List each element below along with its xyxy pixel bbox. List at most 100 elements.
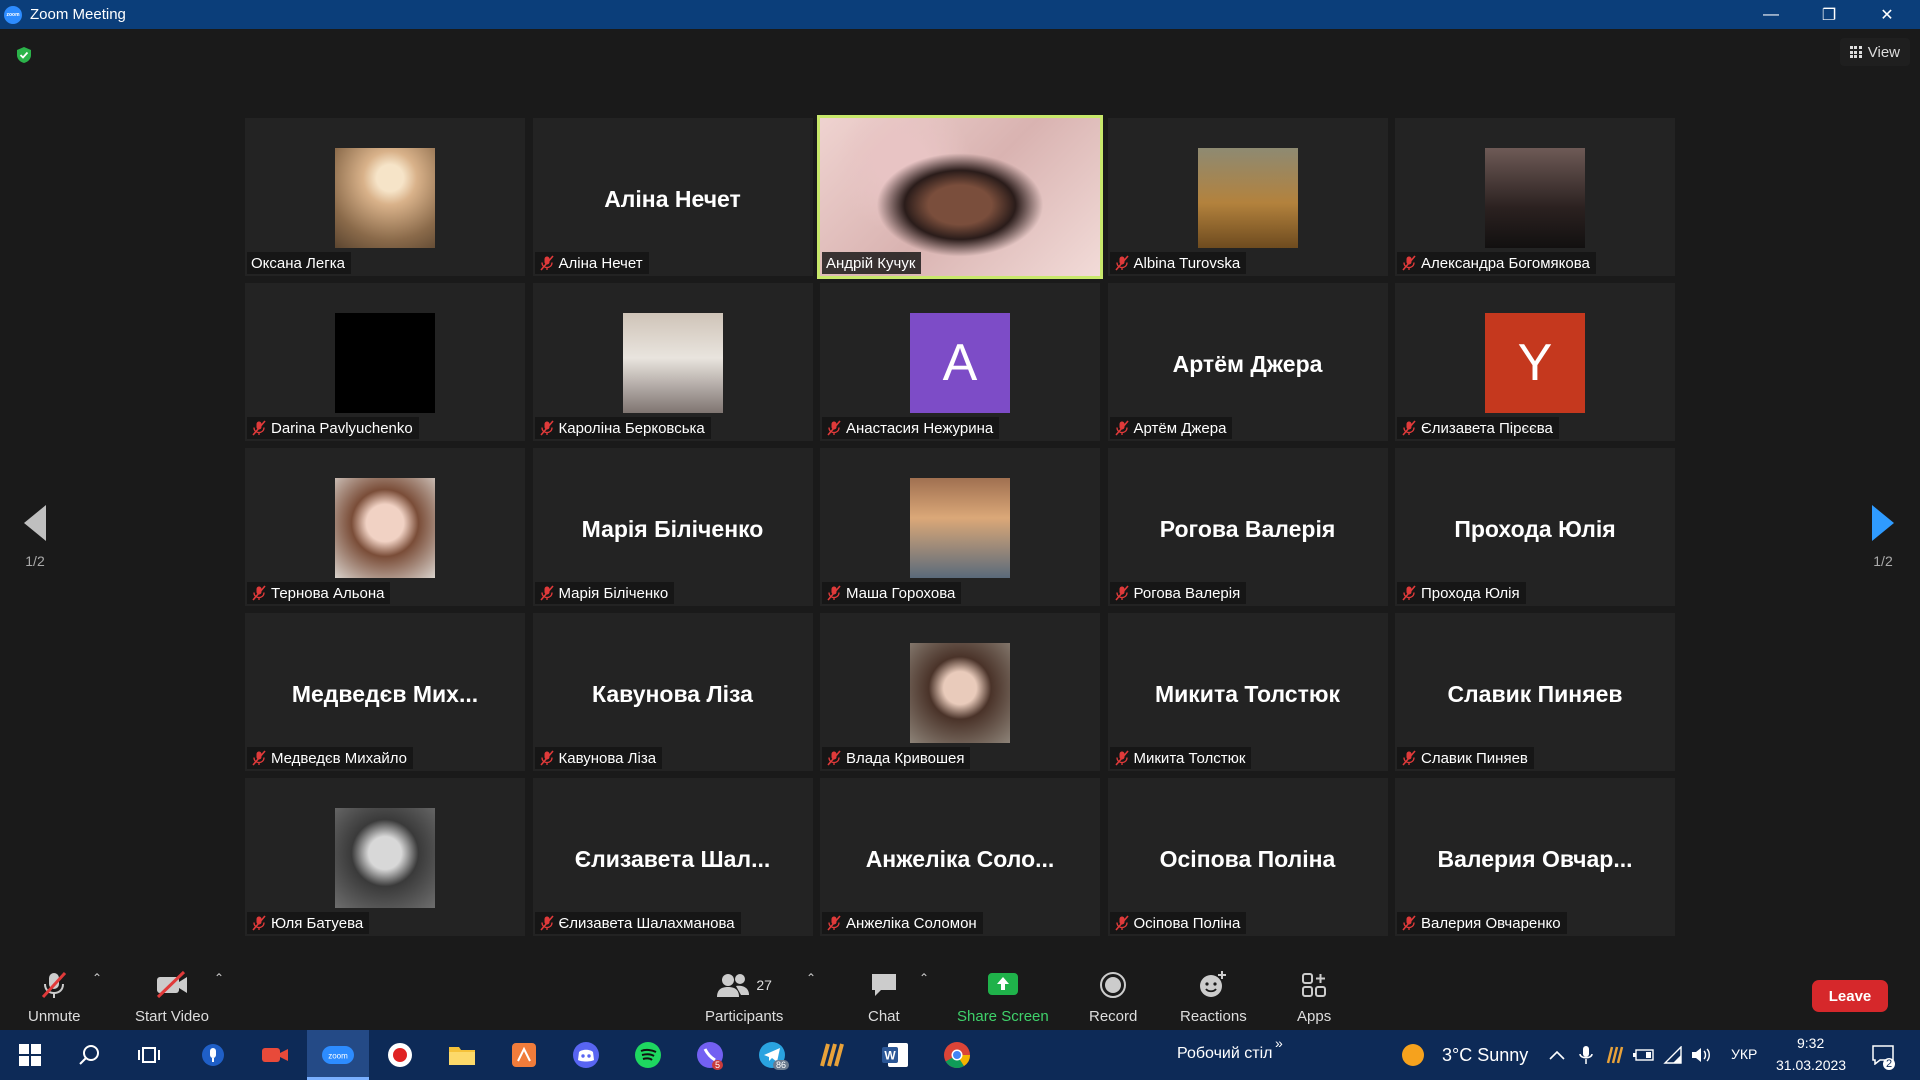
participant-tile[interactable]: Анжеліка Соло... Анжеліка Соломон xyxy=(820,778,1100,936)
mic-muted-icon xyxy=(539,420,555,436)
close-button[interactable]: ✕ xyxy=(1858,0,1916,29)
mic-muted-icon xyxy=(1114,750,1130,766)
spotify-icon[interactable] xyxy=(632,1039,664,1071)
participant-nameplate: Маша Горохова xyxy=(822,582,962,604)
voice-assistant-mic-icon[interactable] xyxy=(197,1039,229,1071)
windows-start-icon[interactable] xyxy=(14,1039,46,1071)
toolbar-overflow-chevron[interactable]: » xyxy=(1275,1035,1283,1051)
participant-tile[interactable]: Маша Горохова xyxy=(820,448,1100,606)
participant-tile[interactable]: Albina Turovska xyxy=(1107,118,1388,276)
word-icon[interactable]: W xyxy=(879,1039,911,1071)
participant-tile[interactable]: Єлизавета Шал... Єлизавета Шалахманова xyxy=(532,778,813,936)
weather-text[interactable]: 3°C Sunny xyxy=(1442,1045,1528,1066)
mic-muted-icon xyxy=(1401,750,1417,766)
mic-muted-icon xyxy=(1114,915,1130,931)
participant-tile[interactable]: Тернова Альона xyxy=(245,448,525,606)
minimize-button[interactable]: — xyxy=(1742,0,1800,29)
language-indicator[interactable]: УКР xyxy=(1731,1046,1757,1062)
participants-count: 27 xyxy=(756,977,772,993)
participant-tile[interactable]: Славик Пиняев Славик Пиняев xyxy=(1395,613,1675,771)
participant-tile[interactable]: Аліна Нечет Аліна Нечет xyxy=(532,118,813,276)
participant-profile-photo xyxy=(1197,148,1298,248)
discord-icon[interactable] xyxy=(570,1039,602,1071)
chat-label: Chat xyxy=(868,1008,900,1025)
participant-tile[interactable]: Y Єлизавета Пірєєва xyxy=(1395,283,1675,441)
apps-button[interactable]: Apps xyxy=(1297,969,1331,1025)
mic-muted-icon xyxy=(539,750,555,766)
sun-weather-icon[interactable] xyxy=(1400,1039,1426,1071)
participant-tile[interactable]: Кароліна Берковська xyxy=(532,283,813,441)
encryption-shield-icon[interactable] xyxy=(15,46,33,64)
participant-tile[interactable]: Оксана Легка xyxy=(245,118,525,276)
participant-tile[interactable]: Прохода Юлія Прохода Юлія xyxy=(1395,448,1675,606)
start-video-button[interactable]: Start Video xyxy=(135,969,209,1025)
participant-display-name: Аліна Нечет xyxy=(604,186,741,212)
task-view-icon[interactable] xyxy=(133,1039,165,1071)
file-explorer-icon[interactable] xyxy=(446,1039,478,1071)
clock-time[interactable]: 9:32 xyxy=(1797,1035,1824,1051)
chat-button[interactable]: Chat xyxy=(868,969,900,1025)
chat-options-chevron-icon[interactable]: ⌃ xyxy=(919,971,929,985)
record-button[interactable]: Record xyxy=(1089,969,1137,1025)
participant-tile[interactable]: Александра Богомякова xyxy=(1395,118,1675,276)
chrome-icon[interactable] xyxy=(941,1039,973,1071)
clock-date[interactable]: 31.03.2023 xyxy=(1776,1057,1846,1073)
microphone-tray-icon[interactable] xyxy=(1574,1039,1598,1071)
participant-tile[interactable]: Микита Толстюк Микита Толстюк xyxy=(1107,613,1388,771)
participant-tile[interactable]: Марія Біліченко Марія Біліченко xyxy=(532,448,813,606)
participant-tile[interactable]: Рогова Валерія Рогова Валерія xyxy=(1107,448,1388,606)
participant-tile[interactable]: Валерия Овчар... Валерия Овчаренко xyxy=(1395,778,1675,936)
reactions-button[interactable]: Reactions xyxy=(1180,969,1247,1025)
arrow-left-icon xyxy=(24,505,46,541)
audio-options-chevron-icon[interactable]: ⌃ xyxy=(92,971,102,985)
participants-options-chevron-icon[interactable]: ⌃ xyxy=(806,971,816,985)
participant-tile[interactable]: Кавунова Ліза Кавунова Ліза xyxy=(532,613,813,771)
video-camera-app-icon[interactable] xyxy=(259,1039,291,1071)
participant-profile-photo xyxy=(335,148,435,248)
mic-muted-icon xyxy=(1114,420,1130,436)
restore-button[interactable]: ❐ xyxy=(1800,0,1858,29)
participant-name: Марія Біліченко xyxy=(558,584,669,602)
participant-nameplate: Анастасия Нежурина xyxy=(822,417,1000,439)
volume-icon[interactable] xyxy=(1690,1039,1714,1071)
participant-tile[interactable]: Юля Батуева xyxy=(245,778,525,936)
winrar-stripes-icon[interactable] xyxy=(817,1039,849,1071)
participant-tile[interactable]: Влада Кривошея xyxy=(820,613,1100,771)
wifi-icon[interactable] xyxy=(1661,1039,1685,1071)
battery-icon[interactable] xyxy=(1632,1039,1656,1071)
previous-page-button[interactable]: 1/2 xyxy=(5,505,65,569)
search-icon[interactable] xyxy=(73,1039,105,1071)
screen-recorder-icon[interactable] xyxy=(384,1039,416,1071)
participants-button[interactable]: 27 Participants xyxy=(705,969,783,1025)
show-hidden-icons-chevron-icon[interactable] xyxy=(1545,1039,1569,1071)
participant-name: Тернова Альона xyxy=(271,584,385,602)
participant-nameplate: Медведєв Михайло xyxy=(247,747,413,769)
share-screen-button[interactable]: Share Screen xyxy=(957,969,1049,1025)
participant-tile[interactable]: Darina Pavlyuchenko xyxy=(245,283,525,441)
unmute-button[interactable]: Unmute xyxy=(28,969,81,1025)
participant-name: Єлизавета Пірєєва xyxy=(1421,419,1553,437)
zoom-app-icon[interactable]: zoom xyxy=(322,1039,354,1071)
participant-tile[interactable]: Осіпова Поліна Осіпова Поліна xyxy=(1107,778,1388,936)
participant-name: Славик Пиняев xyxy=(1421,749,1528,767)
mic-muted-icon xyxy=(1114,585,1130,601)
participant-tile[interactable]: Медведєв Мих... Медведєв Михайло xyxy=(245,613,525,771)
participant-tile[interactable]: Артём Джера Артём Джера xyxy=(1107,283,1388,441)
winrar-tray-icon[interactable] xyxy=(1603,1039,1627,1071)
video-options-chevron-icon[interactable]: ⌃ xyxy=(214,971,224,985)
telegram-unread-badge: 86 xyxy=(773,1060,790,1070)
participant-nameplate: Влада Кривошея xyxy=(822,747,971,769)
participant-tile[interactable]: A Анастасия Нежурина xyxy=(820,283,1100,441)
apps-label: Apps xyxy=(1297,1008,1332,1025)
next-page-button[interactable]: 1/2 xyxy=(1853,505,1913,569)
arrow-right-icon xyxy=(1872,505,1894,541)
participant-tile[interactable]: Андрій Кучук xyxy=(817,115,1103,279)
mic-muted-icon xyxy=(251,585,267,601)
share-screen-label: Share Screen xyxy=(957,1008,1049,1025)
participant-profile-photo xyxy=(910,643,1010,743)
presentation-app-icon[interactable] xyxy=(508,1039,540,1071)
participant-profile-photo xyxy=(910,478,1010,578)
desktop-toolbar-label[interactable]: Робочий стіл xyxy=(1177,1045,1272,1063)
leave-button[interactable]: Leave xyxy=(1812,980,1888,1012)
view-button[interactable]: View xyxy=(1839,38,1910,66)
